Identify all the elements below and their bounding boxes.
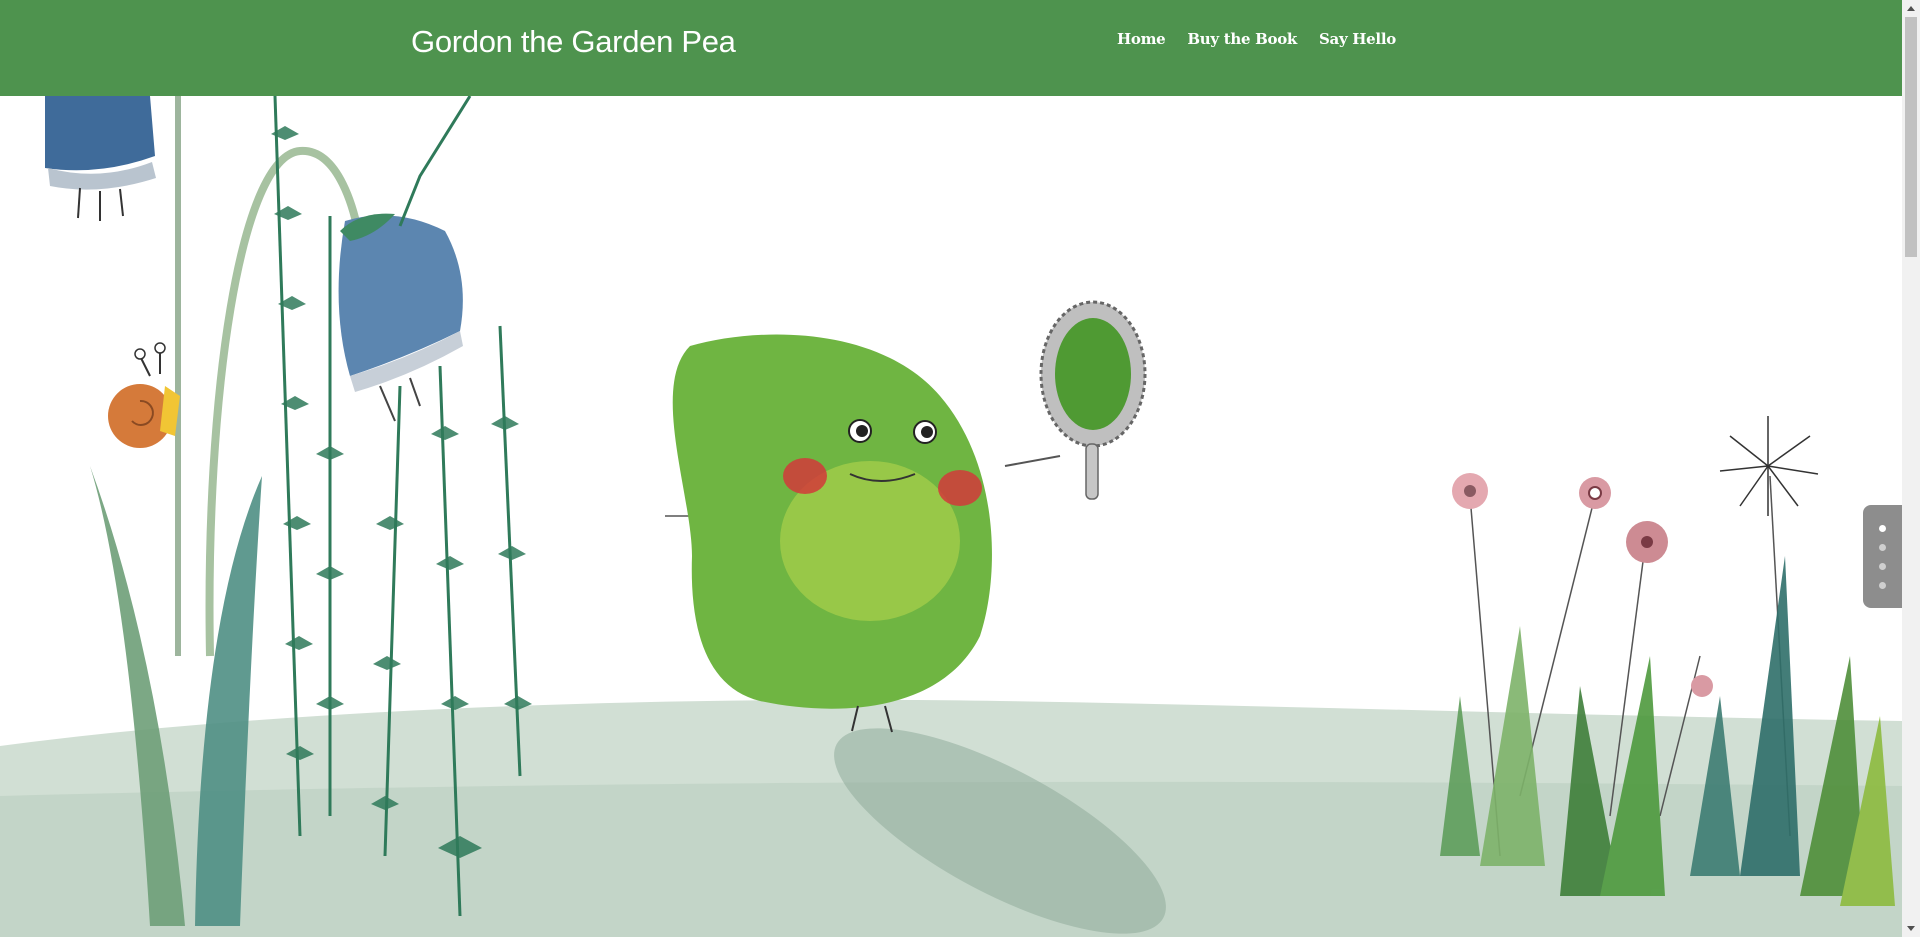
triangle-down-icon[interactable]	[1902, 920, 1920, 937]
nav-say-hello-link[interactable]: Say Hello	[1319, 30, 1396, 48]
page-scrollbar[interactable]	[1902, 0, 1920, 937]
hero-slider	[0, 96, 1902, 937]
gordon-pea-character	[665, 334, 1061, 733]
site-title-link[interactable]: Gordon the Garden Pea	[411, 24, 736, 60]
pink-flower-heads	[1452, 473, 1713, 697]
main-nav: Home Buy the Book Say Hello	[1117, 30, 1396, 48]
scrollbar-thumb[interactable]	[1905, 17, 1917, 257]
hand-mirror	[1039, 300, 1147, 500]
slider-dot-4[interactable]	[1879, 581, 1886, 589]
slider-dot-3[interactable]	[1879, 562, 1886, 570]
garden-illustration	[0, 96, 1902, 937]
slider-dot-2[interactable]	[1879, 543, 1886, 551]
bluebell-flower-left	[45, 96, 156, 221]
nav-home-link[interactable]: Home	[1117, 30, 1166, 48]
nav-buy-the-book-link[interactable]: Buy the Book	[1187, 30, 1297, 48]
snail-character	[108, 342, 180, 448]
slider-pagination	[1863, 505, 1902, 608]
site-header: Gordon the Garden Pea Home Buy the Book …	[0, 0, 1902, 96]
triangle-up-icon[interactable]	[1902, 0, 1920, 17]
dandelion-seedhead	[1719, 416, 1819, 516]
slider-dot-1[interactable]	[1879, 524, 1886, 532]
